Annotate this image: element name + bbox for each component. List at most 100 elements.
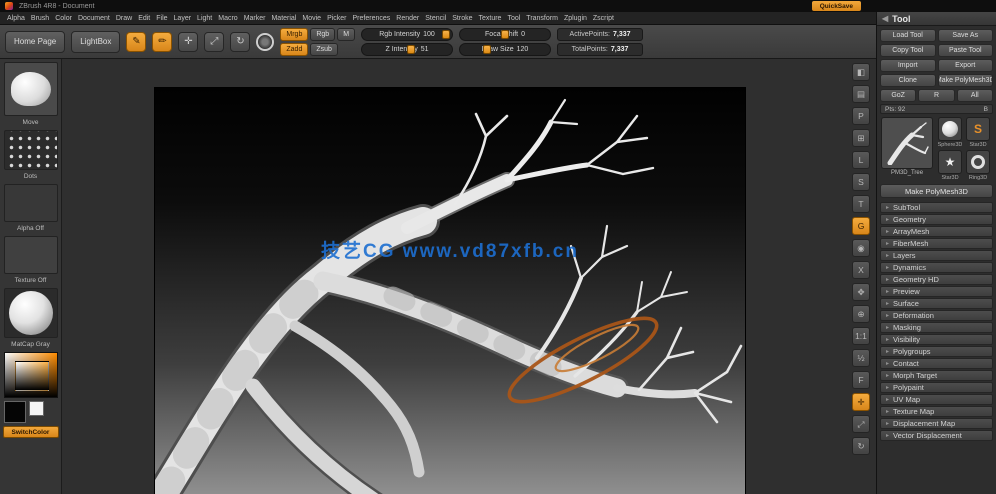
menu-texture[interactable]: Texture (475, 15, 504, 22)
zsub-toggle[interactable]: Zsub (310, 42, 338, 56)
color-picker[interactable] (3, 352, 58, 398)
draw-mode-button[interactable]: ✏ (152, 31, 173, 52)
zadd-toggle[interactable]: Zadd (280, 42, 309, 56)
document-canvas[interactable]: 技艺CG www.vd87xfb.cn (154, 87, 746, 494)
subpalette-polypaint[interactable]: ▸ Polypaint (880, 382, 993, 393)
quickpick-ring3d[interactable]: Ring3D (965, 150, 991, 181)
move-mode-button[interactable]: ✛ (178, 31, 199, 52)
subpalette-polygroups[interactable]: ▸ Polygroups (880, 346, 993, 357)
subpalette-dynamics[interactable]: ▸ Dynamics (880, 262, 993, 273)
subpalette-uv-map[interactable]: ▸ UV Map (880, 394, 993, 405)
frame-icon[interactable]: F (852, 371, 870, 389)
tool-btn-paste-tool[interactable]: Paste Tool (937, 44, 993, 57)
quickpick-star3d[interactable]: ★ Star3D (937, 150, 963, 181)
subpalette-fibermesh[interactable]: ▸ FiberMesh (880, 238, 993, 249)
menu-alpha[interactable]: Alpha (4, 15, 28, 22)
subpalette-masking[interactable]: ▸ Masking (880, 322, 993, 333)
menu-macro[interactable]: Macro (215, 15, 240, 22)
edit-object-button[interactable]: ✎ (126, 31, 147, 52)
menu-draw[interactable]: Draw (113, 15, 135, 22)
collapse-panel-icon[interactable]: ◀ (882, 14, 888, 23)
lightbox-button[interactable]: LightBox (71, 30, 121, 53)
persp-icon[interactable]: P (852, 107, 870, 125)
rotate-icon[interactable]: ↻ (852, 437, 870, 455)
color-picker-inner[interactable] (14, 361, 49, 391)
move-icon[interactable]: ✛ (852, 393, 870, 411)
menu-marker[interactable]: Marker (241, 15, 269, 22)
tool-btn-copy-tool[interactable]: Copy Tool (880, 44, 936, 57)
local-icon[interactable]: L (852, 151, 870, 169)
brush-stroke-preview-icon[interactable] (256, 32, 275, 51)
menu-zplugin[interactable]: Zplugin (561, 15, 590, 22)
subpalette-geometry[interactable]: ▸ Geometry (880, 214, 993, 225)
quickpick-star3d[interactable]: S Star3D (965, 117, 991, 148)
current-texture-thumbnail[interactable] (3, 236, 58, 274)
menu-render[interactable]: Render (393, 15, 422, 22)
tool-btn-goz[interactable]: GoZ (880, 89, 917, 102)
actual-icon[interactable]: 1:1 (852, 327, 870, 345)
menu-color[interactable]: Color (52, 15, 75, 22)
scale-mode-button[interactable]: ⤢ (204, 31, 225, 52)
menu-picker[interactable]: Picker (324, 15, 349, 22)
xpose-icon[interactable]: X (852, 261, 870, 279)
scale-icon[interactable]: ⤢ (852, 415, 870, 433)
zoom-icon[interactable]: ⊕ (852, 305, 870, 323)
menu-preferences[interactable]: Preferences (350, 15, 394, 22)
menu-edit[interactable]: Edit (135, 15, 153, 22)
scroll-icon[interactable]: ✥ (852, 283, 870, 301)
menu-zscript[interactable]: Zscript (590, 15, 617, 22)
solo-icon[interactable]: ◉ (852, 239, 870, 257)
slider-knob[interactable] (501, 29, 510, 39)
ghost-icon[interactable]: G (852, 217, 870, 235)
tool-btn-import[interactable]: Import (880, 59, 936, 72)
main-color-swatch[interactable] (3, 401, 26, 423)
menu-stencil[interactable]: Stencil (422, 15, 449, 22)
subpalette-geometry-hd[interactable]: ▸ Geometry HD (880, 274, 993, 285)
subpalette-arraymesh[interactable]: ▸ ArrayMesh (880, 226, 993, 237)
subpalette-layers[interactable]: ▸ Layers (880, 250, 993, 261)
render-mode-icon[interactable]: ▤ (852, 85, 870, 103)
quickpick-sphere3d[interactable]: Sphere3D (937, 117, 963, 148)
bpr-render-icon[interactable]: ◧ (852, 63, 870, 81)
draw-size-slider[interactable]: Draw Size 120 (459, 42, 552, 56)
menu-transform[interactable]: Transform (523, 15, 561, 22)
current-alpha-thumbnail[interactable] (3, 184, 58, 222)
subpalette-preview[interactable]: ▸ Preview (880, 286, 993, 297)
z-intensity-slider[interactable]: Z Intensity 51 (361, 42, 454, 56)
quicksave-button[interactable]: QuickSave (811, 1, 861, 11)
m-toggle[interactable]: M (337, 27, 356, 41)
menu-movie[interactable]: Movie (299, 15, 324, 22)
subpalette-displacement-map[interactable]: ▸ Displacement Map (880, 418, 993, 429)
menu-document[interactable]: Document (75, 15, 113, 22)
subpalette-visibility[interactable]: ▸ Visibility (880, 334, 993, 345)
current-stroke-thumbnail[interactable] (3, 130, 58, 170)
rotate-mode-button[interactable]: ↻ (230, 31, 251, 52)
menu-layer[interactable]: Layer (171, 15, 195, 22)
mrgb-toggle[interactable]: Mrgb (280, 27, 309, 41)
slider-knob[interactable] (407, 44, 416, 54)
subpalette-vector-displacement[interactable]: ▸ Vector Displacement (880, 430, 993, 441)
menu-file[interactable]: File (153, 15, 170, 22)
menu-material[interactable]: Material (268, 15, 299, 22)
tree-model[interactable] (155, 88, 745, 494)
slider-knob[interactable] (483, 44, 492, 54)
menu-stroke[interactable]: Stroke (449, 15, 475, 22)
rgb-toggle[interactable]: Rgb (310, 27, 336, 41)
secondary-color-swatch[interactable] (28, 401, 44, 416)
subpalette-contact[interactable]: ▸ Contact (880, 358, 993, 369)
tool-btn-all[interactable]: All (956, 89, 993, 102)
rgb-intensity-slider[interactable]: Rgb Intensity 100 (361, 27, 454, 41)
home-page-button[interactable]: Home Page (5, 30, 66, 53)
current-brush-thumbnail[interactable] (3, 62, 58, 116)
tool-btn-save-as[interactable]: Save As (937, 29, 993, 42)
tool-btn-make-polymesh3d[interactable]: Make PolyMesh3D (937, 74, 993, 87)
current-tool-thumbnail[interactable] (881, 117, 933, 169)
slider-knob[interactable] (442, 29, 451, 39)
menu-brush[interactable]: Brush (28, 15, 52, 22)
subpalette-deformation[interactable]: ▸ Deformation (880, 310, 993, 321)
tool-btn-r[interactable]: R (918, 89, 955, 102)
transp-icon[interactable]: T (852, 195, 870, 213)
subpalette-morph-target[interactable]: ▸ Morph Target (880, 370, 993, 381)
tool-btn-load-tool[interactable]: Load Tool (880, 29, 936, 42)
subpalette-subtool[interactable]: ▸ SubTool (880, 202, 993, 213)
